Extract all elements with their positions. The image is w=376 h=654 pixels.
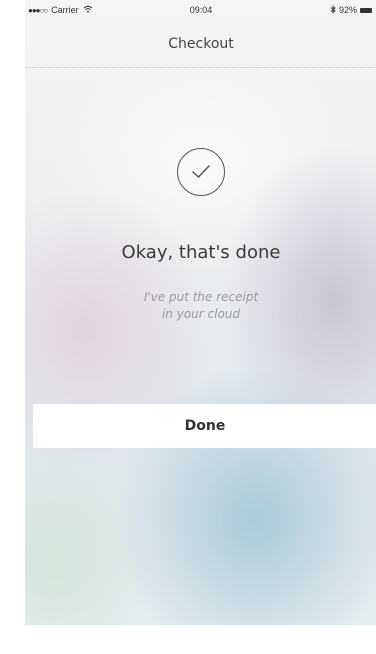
status-time: 09:04 — [189, 5, 213, 15]
navigation-bar: Checkout — [25, 22, 376, 64]
status-bar: ●●●○○ Carrier 09:04 92% — [25, 0, 376, 20]
status-right: 92% — [330, 4, 372, 16]
checkmark-circle-icon — [177, 148, 225, 196]
header-divider — [25, 67, 376, 68]
bluetooth-icon — [330, 4, 336, 16]
done-button[interactable]: Done — [33, 404, 376, 448]
confirmation-headline: Okay, that's done — [121, 242, 281, 263]
battery-percent: 92% — [338, 5, 357, 15]
subtext-line-2: in your cloud — [161, 307, 241, 321]
battery-icon — [360, 7, 372, 13]
subtext-line-1: I've put the receipt — [143, 290, 259, 304]
page-title: Checkout — [168, 36, 234, 52]
confirmation-subtext: I've put the receipt in your cloud — [25, 289, 376, 323]
phone-screen: ●●●○○ Carrier 09:04 92% Checkout Okay, t… — [25, 0, 376, 625]
